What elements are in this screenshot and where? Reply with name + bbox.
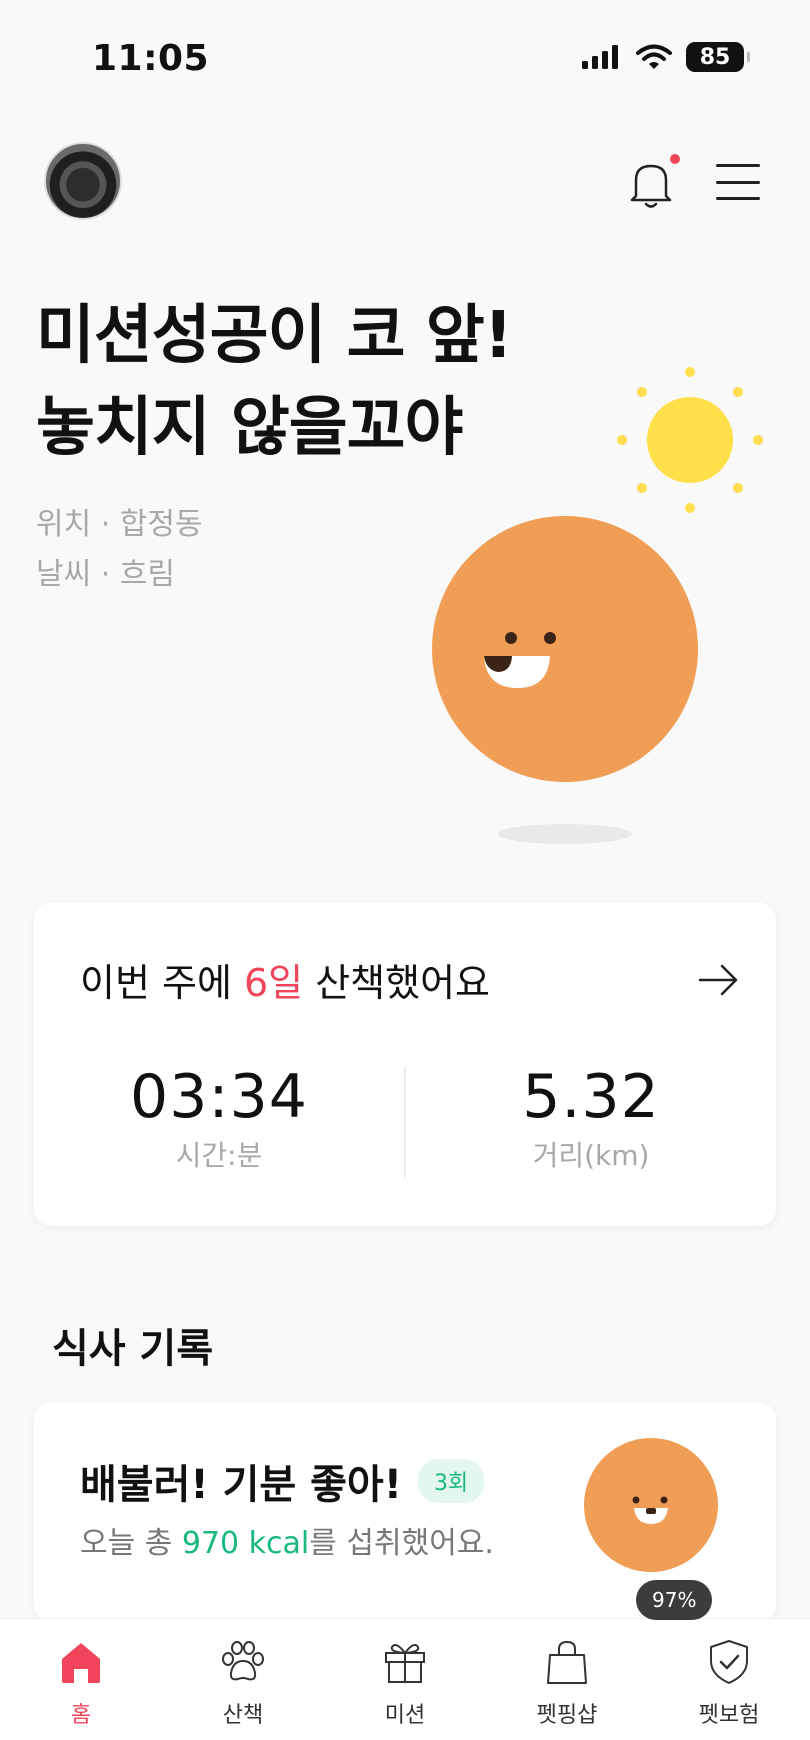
menu-line xyxy=(716,180,760,184)
meal-section-title: 식사 기록 xyxy=(52,1326,214,1372)
wifi-icon xyxy=(636,44,672,69)
sun-icon xyxy=(617,367,763,513)
mascot-character xyxy=(432,516,698,782)
nav-item-home[interactable]: 홈 xyxy=(0,1619,162,1740)
weather-text: 날씨 · 흐림 xyxy=(36,557,176,592)
meal-desc-suffix: 를 섭취했어요. xyxy=(309,1526,494,1561)
notification-dot xyxy=(670,154,680,164)
meal-mascot-face-icon xyxy=(632,1496,668,1524)
status-icons: 85 xyxy=(582,42,750,72)
hero-title-line1: 미션성공이 코 앞! xyxy=(36,299,513,373)
walk-distance-value: 5.32 xyxy=(522,1062,660,1132)
paw-icon xyxy=(222,1641,264,1681)
arrow-right-icon[interactable] xyxy=(696,958,740,1002)
meal-description: 오늘 총 970 kcal를 섭취했어요. xyxy=(80,1518,494,1562)
nav-label-home: 홈 xyxy=(70,1703,92,1728)
signal-icon xyxy=(582,45,618,69)
nav-label-shop: 펫핑샵 xyxy=(536,1703,598,1728)
nav-item-shop[interactable]: 펫핑샵 xyxy=(486,1619,648,1740)
weekly-prefix: 이번 주에 xyxy=(80,961,244,1005)
status-time: 11:05 xyxy=(92,38,210,79)
gift-icon xyxy=(385,1644,425,1683)
home-icon xyxy=(62,1643,100,1683)
nav-item-mission[interactable]: 미션 xyxy=(324,1619,486,1740)
meal-title-text: 배불러! 기분 좋아! xyxy=(80,1462,402,1508)
status-bar: 11:05 85 xyxy=(0,0,810,120)
nav-label-mission: 미션 xyxy=(384,1703,426,1728)
bottom-nav: 홈 산책 미션 펫핑샵 펫보험 xyxy=(0,1618,810,1740)
hero-info: 위치 · 합정동 날씨 · 흐림 xyxy=(36,500,203,600)
hero-title: 미션성공이 코 앞! 놓치지 않을꼬야 xyxy=(36,290,513,474)
bell-icon xyxy=(630,164,672,208)
shopping-bag-icon xyxy=(547,1640,587,1684)
meal-desc-prefix: 오늘 총 xyxy=(80,1526,182,1561)
walk-time-value: 03:34 xyxy=(130,1062,308,1132)
walk-time-stat: 03:34 시간:분 xyxy=(34,1062,404,1174)
menu-line xyxy=(716,164,760,167)
nav-item-insurance[interactable]: 펫보험 xyxy=(648,1619,810,1740)
avatar[interactable] xyxy=(44,142,122,220)
weekly-suffix: 산책했어요 xyxy=(303,961,491,1005)
walk-distance-stat: 5.32 거리(km) xyxy=(406,1062,776,1174)
mascot-face-icon xyxy=(484,632,556,688)
nav-label-walk: 산책 xyxy=(222,1703,264,1728)
walk-distance-label: 거리(km) xyxy=(532,1139,650,1172)
meal-count-badge: 3회 xyxy=(417,1459,485,1503)
menu-button[interactable] xyxy=(716,160,760,204)
weekly-days: 6일 xyxy=(244,961,304,1005)
shield-check-icon xyxy=(710,1640,748,1684)
weekly-walk-title: 이번 주에 6일 산책했어요 xyxy=(80,952,490,1007)
hero-title-line2: 놓치지 않을꼬야 xyxy=(36,391,463,465)
nav-label-insurance: 펫보험 xyxy=(698,1703,760,1728)
location-text: 위치 · 합정동 xyxy=(36,507,203,542)
menu-line xyxy=(716,197,760,200)
battery-indicator: 85 xyxy=(686,42,750,72)
walk-time-label: 시간:분 xyxy=(175,1139,263,1172)
mascot-shadow xyxy=(498,824,632,844)
meal-percent-badge: 97% xyxy=(636,1580,713,1620)
weekly-walk-card[interactable]: 이번 주에 6일 산책했어요 03:34 시간:분 5.32 거리(km) xyxy=(34,902,776,1226)
meal-title: 배불러! 기분 좋아! 3회 xyxy=(80,1452,485,1510)
nav-item-walk[interactable]: 산책 xyxy=(162,1619,324,1740)
notification-button[interactable] xyxy=(628,154,680,210)
battery-level: 85 xyxy=(699,44,731,70)
meal-kcal: 970 kcal xyxy=(181,1526,310,1561)
meal-mascot xyxy=(584,1438,718,1572)
